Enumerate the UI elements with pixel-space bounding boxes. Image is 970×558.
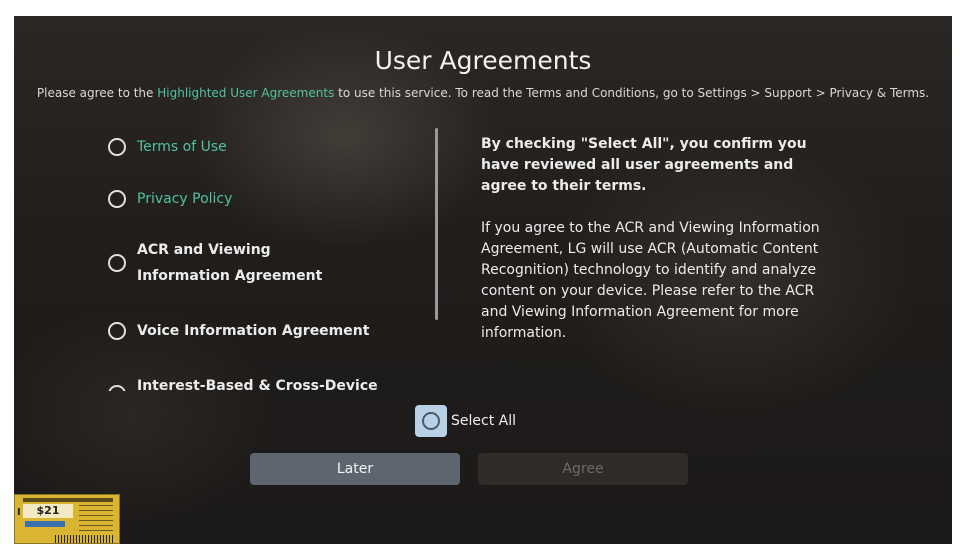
radio-icon (422, 412, 440, 430)
description-body: If you agree to the ACR and Viewing Info… (481, 220, 820, 341)
instruction-highlight: Highlighted User Agreements (157, 86, 335, 100)
list-scrollbar[interactable] (435, 128, 438, 320)
radio-icon[interactable] (108, 322, 126, 340)
radio-icon[interactable] (108, 385, 126, 391)
tv-screen: User Agreements Please agree to the High… (14, 16, 952, 544)
agreement-label: Privacy Policy (137, 191, 233, 207)
agreement-label: Terms of Use (137, 139, 227, 155)
barcode-icon (55, 535, 115, 543)
later-button[interactable]: Later (250, 453, 460, 485)
radio-icon[interactable] (108, 138, 126, 156)
agreement-label: ACR and Viewing Information Agreement (137, 242, 323, 284)
agreement-description: By checking "Select All", you confirm yo… (481, 134, 831, 344)
agreement-item-privacy-policy[interactable]: Privacy Policy (108, 186, 428, 212)
price-value: $21 (23, 504, 73, 518)
radio-icon[interactable] (108, 190, 126, 208)
instruction-prefix: Please agree to the (36, 86, 158, 100)
description-notice: By checking "Select All", you confirm yo… (481, 136, 807, 194)
instruction-suffix: to use this service. To read the Terms a… (334, 86, 930, 100)
page-title: User Agreements (374, 46, 592, 75)
select-all-label: Select All (451, 413, 516, 429)
agreement-item-voice-information[interactable]: Voice Information Agreement (108, 318, 428, 344)
radio-icon[interactable] (108, 254, 126, 272)
agreement-label: Interest-Based & Cross-Device (137, 378, 378, 391)
energy-price-tag: I $21 (14, 494, 120, 544)
agreement-label: Voice Information Agreement (137, 323, 370, 339)
agreement-item-terms-of-use[interactable]: Terms of Use (108, 134, 428, 160)
select-all-focus-box[interactable] (415, 405, 447, 437)
agree-button[interactable]: Agree (478, 453, 688, 485)
agreement-item-acr-viewing[interactable]: ACR and Viewing Information Agreement (108, 237, 368, 289)
agreement-item-interest-based[interactable]: Interest-Based & Cross-Device (108, 369, 428, 391)
select-all-checkbox[interactable]: Select All (415, 405, 516, 437)
instruction-text: Please agree to the Highlighted User Agr… (14, 86, 952, 100)
agreement-list: Terms of Use Privacy Policy ACR and View… (108, 126, 438, 391)
